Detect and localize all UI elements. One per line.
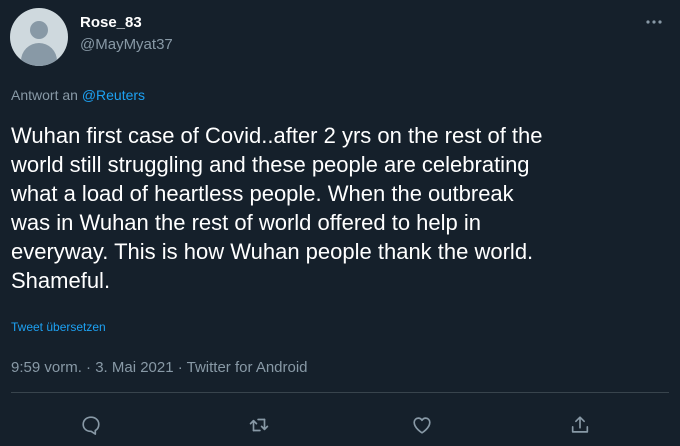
tweet-text: Wuhan first case of Covid..after 2 yrs o… <box>11 123 543 293</box>
reply-mention-link[interactable]: @Reuters <box>82 87 145 103</box>
reply-context: Antwort an @Reuters <box>11 87 145 103</box>
tweet-timestamp[interactable]: 9:59 vorm. · 3. Mai 2021 · Twitter for A… <box>11 359 308 376</box>
retweet-icon <box>249 418 269 432</box>
reply-icon <box>82 416 100 435</box>
avatar-head <box>30 21 48 39</box>
avatar-body <box>21 43 57 66</box>
share-icon <box>571 416 589 433</box>
reply-prefix: Antwort an <box>11 87 78 103</box>
divider <box>11 392 669 393</box>
share-button[interactable] <box>567 412 593 438</box>
avatar[interactable] <box>10 8 68 66</box>
more-dots-icon <box>646 20 662 24</box>
tweet-card: Rose_83 @MayMyat37 Antwort an @Reuters W… <box>0 0 680 446</box>
user-handle[interactable]: @MayMyat37 <box>80 36 173 53</box>
more-options-button[interactable] <box>640 10 668 34</box>
retweet-button[interactable] <box>246 412 272 438</box>
like-icon <box>413 417 431 434</box>
translate-tweet-link[interactable]: Tweet übersetzen <box>11 320 106 334</box>
user-display-name[interactable]: Rose_83 <box>80 14 142 31</box>
like-button[interactable] <box>409 412 435 438</box>
reply-button[interactable] <box>78 412 104 438</box>
